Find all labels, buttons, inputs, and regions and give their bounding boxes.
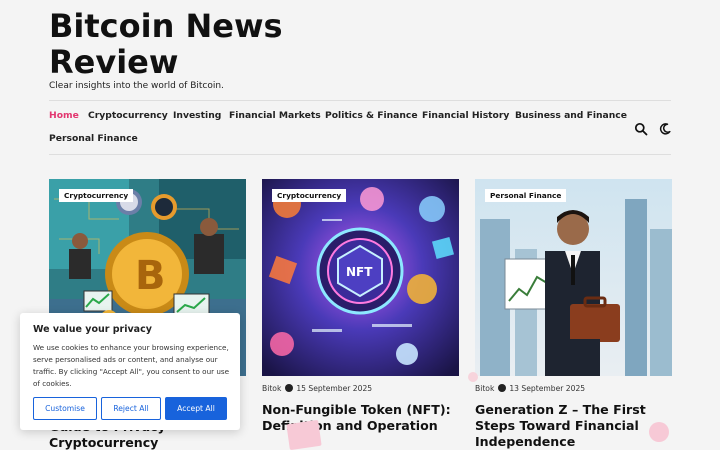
nav-item-business-and-finance[interactable]: Business and Finance xyxy=(515,110,627,121)
post-title[interactable]: Generation Z – The First Steps Toward Fi… xyxy=(475,402,672,450)
clock-icon xyxy=(498,384,507,392)
post-category-badge[interactable]: Personal Finance xyxy=(485,189,567,202)
customise-button[interactable]: Customise xyxy=(33,397,97,420)
nav-item-cryptocurrency[interactable]: Cryptocurrency xyxy=(88,110,168,121)
post-meta: Bitok 15 September 2025 xyxy=(262,384,372,393)
svg-text:NFT: NFT xyxy=(346,265,373,279)
search-icon[interactable] xyxy=(634,121,648,136)
cookie-consent-banner: We value your privacy We use cookies to … xyxy=(20,313,240,430)
nav-item-financial-markets[interactable]: Financial Markets xyxy=(229,110,321,121)
nav-item-politics-finance[interactable]: Politics & Finance xyxy=(325,110,418,121)
accept-all-button[interactable]: Accept All xyxy=(165,397,227,420)
site-title[interactable]: Bitcoin News Review xyxy=(49,8,309,80)
clock-icon xyxy=(285,384,294,392)
post-category-badge[interactable]: Cryptocurrency xyxy=(59,189,134,202)
decorative-circle xyxy=(649,422,669,442)
reject-all-button[interactable]: Reject All xyxy=(101,397,161,420)
post-thumbnail[interactable]: Personal Finance xyxy=(475,179,672,376)
decorative-shape xyxy=(286,419,322,450)
header-divider-top xyxy=(49,100,671,101)
site-tagline: Clear insights into the world of Bitcoin… xyxy=(49,81,224,91)
nav-item-personal-finance[interactable]: Personal Finance xyxy=(49,133,138,144)
post-category-badge[interactable]: Cryptocurrency xyxy=(272,189,347,202)
post-card-generation-z[interactable]: Personal Finance Bitok 13 September 2025 … xyxy=(475,179,672,449)
post-date: 15 September 2025 xyxy=(296,384,373,393)
cookie-banner-text: We use cookies to enhance your browsing … xyxy=(33,343,230,388)
header-divider-bottom xyxy=(49,154,671,155)
post-author[interactable]: Bitok xyxy=(262,384,281,393)
post-thumbnail[interactable]: NFT Cryptocurrency xyxy=(262,179,459,376)
nav-item-investing[interactable]: Investing xyxy=(173,110,221,121)
post-card-nft[interactable]: NFT Cryptocurrency Bitok 15 September 202… xyxy=(262,179,459,433)
svg-text:B: B xyxy=(135,253,166,299)
moon-icon[interactable] xyxy=(658,121,672,135)
nav-item-home[interactable]: Home xyxy=(49,110,79,121)
nav-item-financial-history[interactable]: Financial History xyxy=(422,110,509,121)
cookie-banner-title: We value your privacy xyxy=(33,324,152,335)
post-date: 13 September 2025 xyxy=(509,384,586,393)
post-author[interactable]: Bitok xyxy=(475,384,494,393)
decorative-circle xyxy=(468,372,478,382)
post-meta: Bitok 13 September 2025 xyxy=(475,384,585,393)
